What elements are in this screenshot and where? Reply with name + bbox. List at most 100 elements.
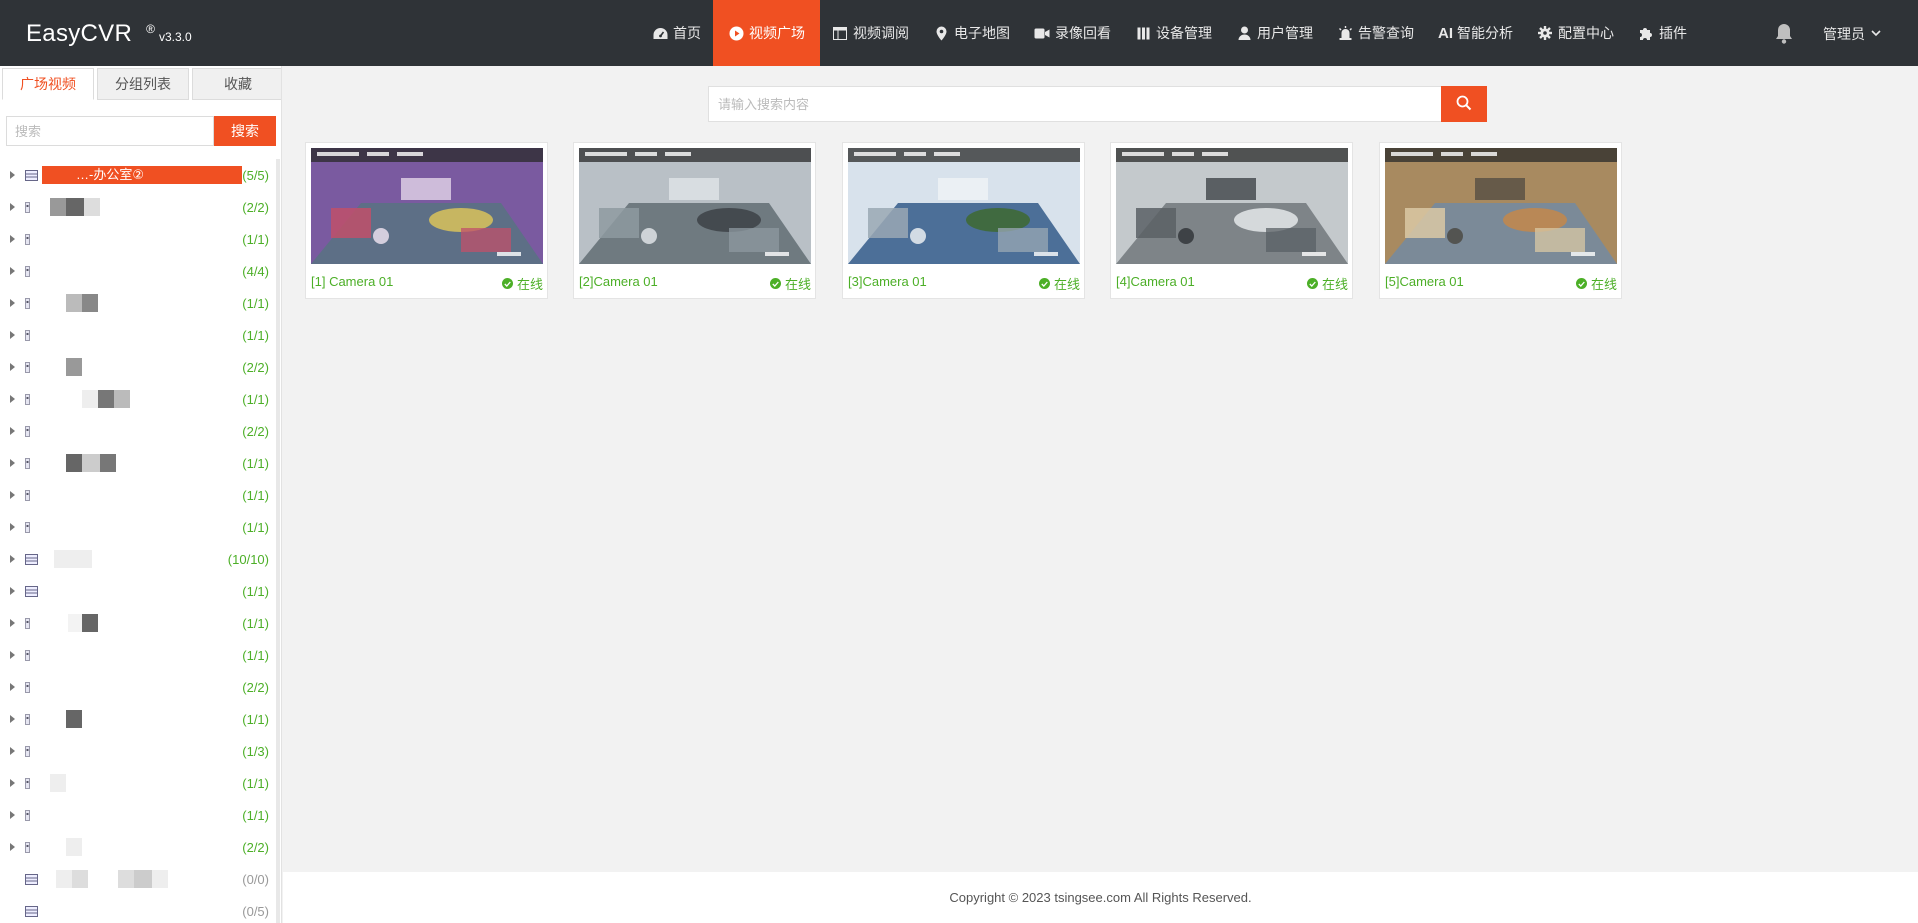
redacted-label-block xyxy=(84,198,100,216)
tree-node[interactable]: (1/3) xyxy=(0,735,275,767)
camera-node-icon xyxy=(25,681,31,696)
caret-right-icon[interactable] xyxy=(10,651,15,659)
camera-snapshot[interactable] xyxy=(1116,148,1348,264)
main-search-input[interactable] xyxy=(708,86,1442,122)
tree-node[interactable]: (1/1) xyxy=(0,319,275,351)
caret-right-icon[interactable] xyxy=(10,843,15,851)
tree-node[interactable]: (1/1) xyxy=(0,511,275,543)
tree-node[interactable]: (1/1) xyxy=(0,575,275,607)
caret-right-icon[interactable] xyxy=(10,587,15,595)
camera-snapshot[interactable] xyxy=(311,148,543,264)
tree-node[interactable]: (1/1) xyxy=(0,767,275,799)
status-text: 在线 xyxy=(784,277,811,292)
caret-right-icon[interactable] xyxy=(10,267,15,275)
nav-item-video-view[interactable]: 视频调阅 xyxy=(820,0,921,66)
redacted-label-block xyxy=(100,454,116,472)
tree-node-count: (1/1) xyxy=(242,808,269,823)
tree-node[interactable]: (2/2) xyxy=(0,671,275,703)
caret-right-icon[interactable] xyxy=(10,235,15,243)
tree-node[interactable]: (1/1) xyxy=(0,287,275,319)
nav-item-video-square[interactable]: 视频广场 xyxy=(713,0,820,66)
caret-right-icon[interactable] xyxy=(10,683,15,691)
main-search-button[interactable] xyxy=(1441,86,1487,122)
sidebar-scrollbar[interactable] xyxy=(276,159,280,923)
camera-card[interactable]: [2]Camera 01 在线 xyxy=(573,142,816,299)
tree-node[interactable]: (2/2) xyxy=(0,415,275,447)
tree-node[interactable]: (1/1) xyxy=(0,703,275,735)
redacted-label-block xyxy=(82,614,98,632)
app-name: EasyCVR xyxy=(26,20,133,47)
alarm-icon xyxy=(1337,25,1353,41)
caret-right-icon[interactable] xyxy=(10,747,15,755)
user-menu[interactable]: 管理员 xyxy=(1823,24,1881,44)
caret-right-icon[interactable] xyxy=(10,811,15,819)
nav-item-playback[interactable]: 录像回看 xyxy=(1022,0,1123,66)
tree-node[interactable]: (1/1) xyxy=(0,607,275,639)
camera-title[interactable]: [4]Camera 01 xyxy=(1116,274,1195,289)
tree-node[interactable]: …-办公室② (5/5) xyxy=(0,159,275,191)
nav-item-ai-analysis[interactable]: AI 智能分析 xyxy=(1426,0,1525,66)
camera-title[interactable]: [1] Camera 01 xyxy=(311,274,393,289)
caret-right-icon[interactable] xyxy=(10,331,15,339)
caret-right-icon[interactable] xyxy=(10,299,15,307)
redacted-label-block xyxy=(66,838,82,856)
camera-title[interactable]: [2]Camera 01 xyxy=(579,274,658,289)
tree-node[interactable]: (1/1) xyxy=(0,639,275,671)
tree-node-count: (1/1) xyxy=(242,328,269,343)
camera-snapshot[interactable] xyxy=(579,148,811,264)
camera-card[interactable]: [5]Camera 01 在线 xyxy=(1379,142,1622,299)
tree-node[interactable]: (1/1) xyxy=(0,799,275,831)
tree-node[interactable]: (4/4) xyxy=(0,255,275,287)
tree-node[interactable]: (1/1) xyxy=(0,479,275,511)
tree-node[interactable]: (0/5) xyxy=(0,895,275,923)
caret-right-icon[interactable] xyxy=(10,555,15,563)
camera-card[interactable]: [4]Camera 01 在线 xyxy=(1110,142,1353,299)
caret-right-icon[interactable] xyxy=(10,523,15,531)
camera-card[interactable]: [3]Camera 01 在线 xyxy=(842,142,1085,299)
nav-item-device-management[interactable]: 设备管理 xyxy=(1123,0,1224,66)
sidebar-search-input[interactable] xyxy=(6,116,214,146)
camera-title[interactable]: [3]Camera 01 xyxy=(848,274,927,289)
tree-node[interactable]: (2/2) xyxy=(0,191,275,223)
camera-title[interactable]: [5]Camera 01 xyxy=(1385,274,1464,289)
tree-node[interactable]: (1/1) xyxy=(0,383,275,415)
caret-right-icon[interactable] xyxy=(10,491,15,499)
camera-card[interactable]: [1] Camera 01 在线 xyxy=(305,142,548,299)
caret-right-icon[interactable] xyxy=(10,779,15,787)
nav-item-home[interactable]: 首页 xyxy=(640,0,713,66)
dashboard-icon xyxy=(652,25,668,41)
tab-square-video[interactable]: 广场视频 xyxy=(2,68,94,100)
camera-snapshot[interactable] xyxy=(1385,148,1617,264)
tree-node[interactable]: (2/2) xyxy=(0,351,275,383)
nav-item-config-center[interactable]: 配置中心 xyxy=(1525,0,1626,66)
nav-label: 配置中心 xyxy=(1558,25,1614,41)
tab-group-list[interactable]: 分组列表 xyxy=(97,68,189,100)
nav-label: 告警查询 xyxy=(1358,25,1414,41)
app-logo[interactable]: EasyCVR ® v3.3.0 xyxy=(26,20,192,48)
tree-node[interactable]: (1/1) xyxy=(0,223,275,255)
caret-right-icon[interactable] xyxy=(10,427,15,435)
camera-node-icon xyxy=(25,233,31,248)
caret-right-icon[interactable] xyxy=(10,715,15,723)
caret-right-icon[interactable] xyxy=(10,459,15,467)
check-circle-icon xyxy=(769,278,781,289)
tab-favorites[interactable]: 收藏 xyxy=(192,68,281,100)
camera-snapshot[interactable] xyxy=(848,148,1080,264)
caret-right-icon[interactable] xyxy=(10,203,15,211)
tree-node[interactable]: (1/1) xyxy=(0,447,275,479)
nav-item-e-map[interactable]: 电子地图 xyxy=(921,0,1022,66)
bell-icon[interactable] xyxy=(1774,22,1796,44)
nav-item-user-management[interactable]: 用户管理 xyxy=(1224,0,1325,66)
redacted-label-block xyxy=(98,390,114,408)
tree-node[interactable]: (10/10) xyxy=(0,543,275,575)
caret-right-icon[interactable] xyxy=(10,395,15,403)
caret-right-icon[interactable] xyxy=(10,619,15,627)
nav-item-plugins[interactable]: 插件 xyxy=(1626,0,1699,66)
caret-right-icon[interactable] xyxy=(10,171,15,179)
tree-node[interactable]: (0/0) xyxy=(0,863,275,895)
sidebar-search-button[interactable]: 搜索 xyxy=(214,116,276,146)
nav-item-alarm-query[interactable]: 告警查询 xyxy=(1325,0,1426,66)
tree-node-count: (1/1) xyxy=(242,648,269,663)
caret-right-icon[interactable] xyxy=(10,363,15,371)
tree-node[interactable]: (2/2) xyxy=(0,831,275,863)
